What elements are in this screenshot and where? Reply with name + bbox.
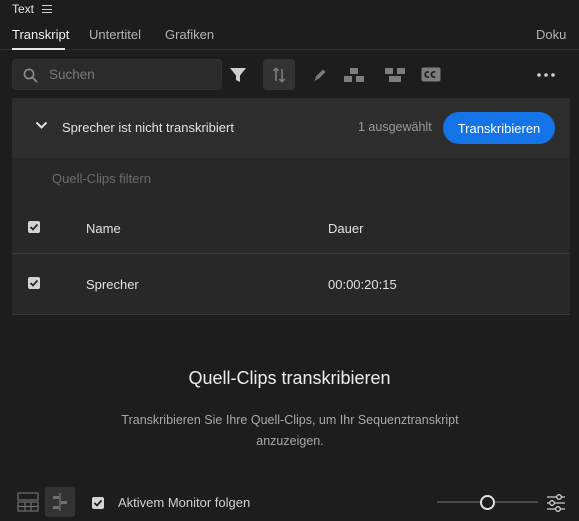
sequence-structure-button[interactable] (45, 487, 75, 517)
closed-captions-icon (421, 67, 441, 82)
transcribe-panel-header: Sprecher ist nicht transkribiert 1 ausge… (12, 98, 570, 158)
selected-count: 1 ausgewählt (358, 120, 432, 134)
tab-grafiken[interactable]: Grafiken (165, 27, 214, 42)
split-segment-button[interactable] (340, 59, 368, 90)
merge-clip-icon (385, 67, 405, 82)
row-checkbox[interactable] (28, 277, 40, 289)
column-header-name[interactable]: Name (86, 221, 121, 236)
zoom-slider[interactable] (437, 492, 538, 512)
panel-menu-icon[interactable] (42, 5, 53, 13)
search-input[interactable] (49, 60, 217, 89)
checkmark-icon (29, 223, 39, 231)
split-clip-icon (344, 67, 364, 82)
checkmark-icon (29, 279, 39, 287)
empty-state-description: Transkribieren Sie Ihre Quell-Clips, um … (121, 413, 459, 448)
column-header-duration[interactable]: Dauer (328, 221, 363, 236)
filter-button[interactable] (226, 59, 250, 90)
captions-button[interactable] (418, 59, 444, 90)
pencil-icon (314, 69, 326, 81)
search-box (12, 59, 222, 90)
select-all-checkbox[interactable] (28, 221, 40, 233)
search-icon (23, 68, 38, 83)
clip-filter-input[interactable] (52, 168, 272, 188)
zoom-slider-thumb[interactable] (480, 495, 495, 510)
empty-state-title: Quell-Clips transkribieren (188, 368, 391, 388)
tab-doku[interactable]: Doku (536, 27, 566, 42)
footer-bar: Aktivem Monitor folgen (0, 484, 579, 521)
follow-monitor-label: Aktivem Monitor folgen (118, 495, 251, 510)
clip-duration: 00:00:20:15 (328, 277, 397, 292)
more-icon (537, 72, 555, 77)
transcribe-panel: Sprecher ist nicht transkribiert 1 ausge… (12, 98, 570, 315)
active-tab-indicator (12, 48, 65, 50)
panel-title: Text (12, 2, 35, 16)
checkmark-icon (93, 499, 103, 507)
source-monitor-icon (17, 492, 39, 512)
transcript-sync-icon (272, 66, 286, 83)
follow-monitor-checkbox[interactable] (92, 497, 104, 509)
table-header: Name Dauer (12, 208, 570, 254)
settings-sliders-icon[interactable] (546, 494, 566, 512)
tab-untertitel[interactable]: Untertitel (89, 27, 141, 42)
toolbar (0, 56, 579, 94)
transcribe-status-text: Sprecher ist nicht transkribiert (62, 120, 234, 135)
filter-icon (230, 67, 246, 82)
merge-segment-button[interactable] (381, 59, 409, 90)
sequence-structure-icon (53, 493, 67, 511)
transcribe-button[interactable]: Transkribieren (443, 112, 555, 144)
more-options-button[interactable] (532, 59, 560, 90)
tab-transkript[interactable]: Transkript (12, 27, 69, 42)
clip-name: Sprecher (86, 277, 139, 292)
table-row[interactable]: Sprecher 00:00:20:15 (12, 255, 570, 315)
edit-button[interactable] (306, 59, 334, 90)
source-monitor-button[interactable] (13, 487, 43, 517)
panel-titlebar: Text (0, 0, 579, 18)
tab-bar: Transkript Untertitel Grafiken Doku (0, 18, 579, 50)
transcript-sync-button[interactable] (263, 59, 295, 90)
chevron-down-icon[interactable] (35, 121, 48, 130)
